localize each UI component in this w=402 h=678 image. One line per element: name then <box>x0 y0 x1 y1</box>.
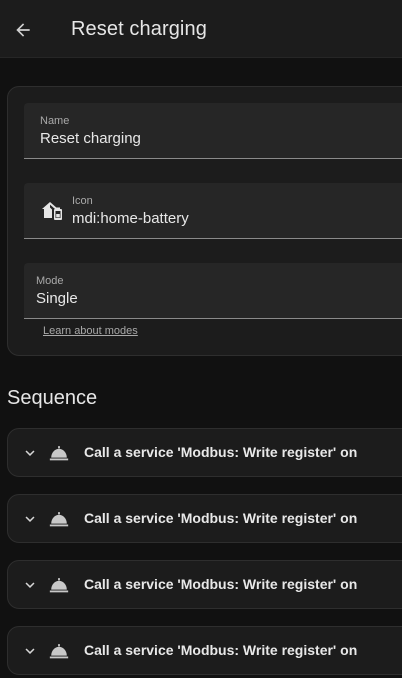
icon-field[interactable]: Icon mdi:home-battery <box>24 183 402 239</box>
home-battery-icon <box>42 202 62 220</box>
service-bell-icon <box>49 578 69 593</box>
service-bell-icon <box>49 446 69 461</box>
sequence-item-label: Call a service 'Modbus: Write register' … <box>84 642 358 658</box>
service-bell-icon <box>49 512 69 527</box>
mode-field-label: Mode <box>36 275 64 287</box>
chevron-down-icon[interactable] <box>21 444 39 462</box>
name-field[interactable]: Name Reset charging <box>24 103 402 159</box>
icon-field-value: mdi:home-battery <box>72 210 189 227</box>
back-button[interactable] <box>10 17 36 43</box>
name-field-label: Name <box>40 115 70 127</box>
service-bell-icon <box>49 644 69 659</box>
icon-field-label: Icon <box>72 195 93 207</box>
sequence-item[interactable]: Call a service 'Modbus: Write register' … <box>7 494 402 543</box>
mode-select[interactable]: Mode Single <box>24 263 402 319</box>
sequence-item-label: Call a service 'Modbus: Write register' … <box>84 576 358 592</box>
top-app-bar: Reset charging <box>0 0 402 58</box>
learn-about-modes-link[interactable]: Learn about modes <box>43 325 138 337</box>
chevron-down-icon[interactable] <box>21 642 39 660</box>
arrow-left-icon <box>16 23 30 37</box>
name-field-value: Reset charging <box>40 130 141 147</box>
sequence-item[interactable]: Call a service 'Modbus: Write register' … <box>7 560 402 609</box>
chevron-down-icon[interactable] <box>21 510 39 528</box>
page-title: Reset charging <box>71 18 207 40</box>
chevron-down-icon[interactable] <box>21 576 39 594</box>
sequence-item-label: Call a service 'Modbus: Write register' … <box>84 444 358 460</box>
sequence-item[interactable]: Call a service 'Modbus: Write register' … <box>7 428 402 477</box>
sequence-item[interactable]: Call a service 'Modbus: Write register' … <box>7 626 402 675</box>
sequence-heading: Sequence <box>7 387 98 409</box>
mode-field-value: Single <box>36 290 78 307</box>
sequence-item-label: Call a service 'Modbus: Write register' … <box>84 510 358 526</box>
